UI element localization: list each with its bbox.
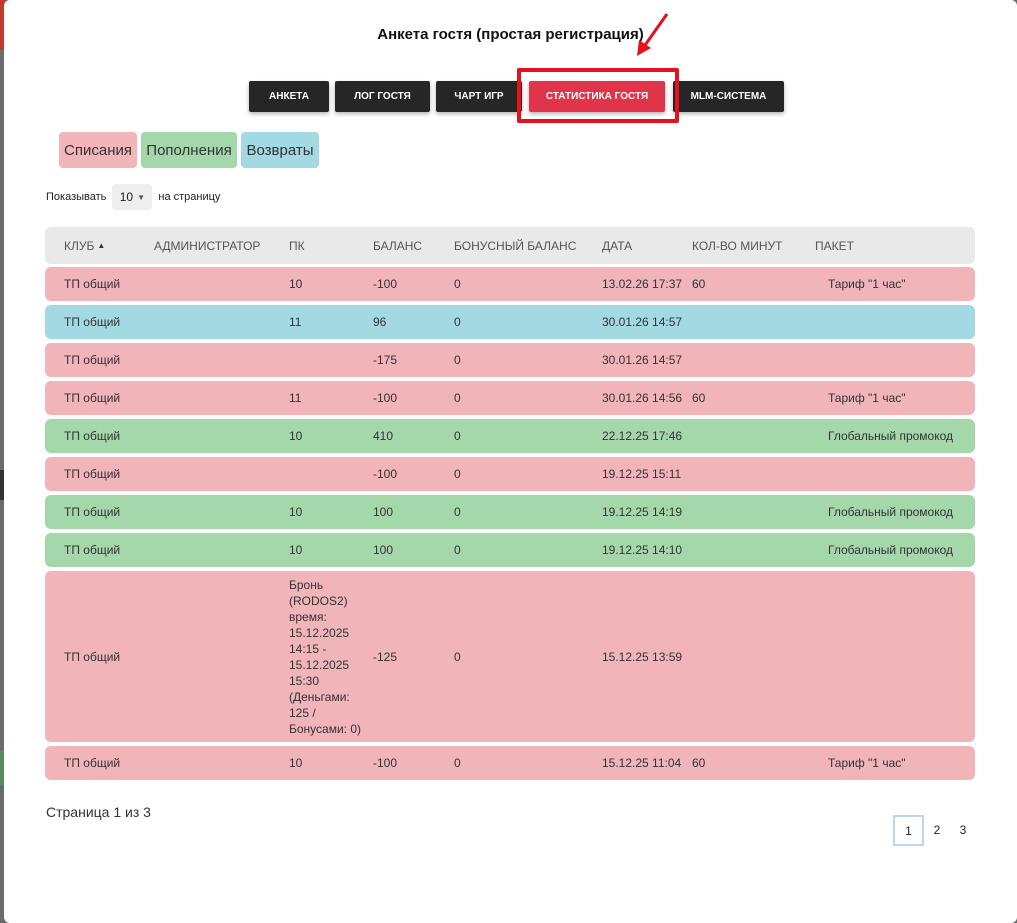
- table-row: ТП общий -100 0 19.12.25 15:11: [45, 457, 975, 491]
- caret-down-icon: ▼: [137, 192, 146, 202]
- page-size-label: Показывать: [46, 191, 107, 203]
- cell-date: 19.12.25 14:10: [602, 543, 683, 557]
- column-header-pc[interactable]: ПК: [289, 227, 305, 264]
- tab-profile[interactable]: Анкета: [249, 81, 329, 112]
- cell-balance: -175: [373, 353, 398, 367]
- cell-club: ТП общий: [64, 467, 121, 481]
- cell-pc: 11: [289, 391, 302, 405]
- cell-date: 19.12.25 14:19: [602, 505, 683, 519]
- page-size-suffix: на страницу: [158, 191, 221, 203]
- cell-pc: 10: [289, 429, 303, 443]
- page-button-1[interactable]: 1: [893, 815, 924, 846]
- page-size-control: Показывать 10 ▼ на страницу: [46, 184, 220, 210]
- table-row: ТП общий 10 -100 0 15.12.25 11:04 60 Тариф "1 …: [45, 746, 975, 780]
- page-button-3[interactable]: 3: [950, 815, 976, 845]
- column-header-bonus-balance[interactable]: Бонусный баланс: [454, 227, 576, 264]
- column-header-package[interactable]: Пакет: [815, 227, 854, 264]
- cell-balance: -100: [373, 391, 398, 405]
- column-header-minutes[interactable]: Кол-во минут: [692, 227, 782, 264]
- table-row: ТП общий 10 100 0 19.12.25 14:10 Глобальный п…: [45, 533, 975, 567]
- column-header-admin[interactable]: Администратор: [154, 227, 260, 264]
- column-header-date[interactable]: Дата: [602, 227, 632, 264]
- filter-returns-button[interactable]: Возвраты: [241, 132, 319, 168]
- cell-bonus-balance: 0: [454, 756, 461, 770]
- filter-topups-button[interactable]: Пополнения: [141, 132, 237, 168]
- annotation-arrow-icon: [637, 13, 669, 56]
- cell-date: 13.02.26 17:37: [602, 277, 683, 291]
- cell-balance: 96: [373, 315, 387, 329]
- sort-asc-icon: ▲: [97, 241, 106, 250]
- cell-balance: -100: [373, 277, 398, 291]
- cell-club: ТП общий: [64, 543, 121, 557]
- cell-package: Тариф "1 час": [828, 756, 906, 770]
- cell-pc: Бронь (RODOS2) время: 15.12.2025 14:15 -…: [289, 577, 362, 736]
- cell-club: ТП общий: [64, 315, 121, 329]
- modal-title: Анкета гостя (простая регистрация): [377, 26, 644, 43]
- table-row: ТП общий -175 0 30.01.26 14:57: [45, 343, 975, 377]
- cell-date: 15.12.25 11:04: [602, 756, 682, 770]
- cell-balance: -100: [373, 756, 398, 770]
- cell-bonus-balance: 0: [454, 353, 461, 367]
- tab-guest-log[interactable]: Лог гостя: [335, 81, 430, 112]
- cell-bonus-balance: 0: [454, 543, 461, 557]
- tab-mlm-system[interactable]: MLM-Система: [673, 81, 784, 112]
- page-button-2[interactable]: 2: [924, 815, 950, 845]
- guest-profile-modal: Анкета гостя (простая регистрация) Анкет…: [4, 0, 1017, 923]
- table-row: ТП общий 10 -100 0 13.02.26 17:37 60 Тариф "1 …: [45, 267, 975, 301]
- cell-pc: 10: [289, 505, 303, 519]
- cell-balance: 100: [373, 505, 394, 519]
- table-row: ТП общий 11 -100 0 30.01.26 14:56 60 Тариф "1 …: [45, 381, 975, 415]
- cell-pc: 10: [289, 543, 303, 557]
- cell-bonus-balance: 0: [454, 315, 461, 329]
- cell-club: ТП общий: [64, 391, 121, 405]
- table-row: ТП общий 10 100 0 19.12.25 14:19 Глобальный п…: [45, 495, 975, 529]
- cell-club: ТП общий: [64, 649, 121, 664]
- cell-pc: 10: [289, 277, 303, 291]
- page-size-select[interactable]: 10 ▼: [112, 184, 153, 210]
- table-header: Клуб ▲ Администратор ПК Баланс Бонусный б…: [45, 227, 975, 264]
- cell-date: 22.12.25 17:46: [602, 429, 683, 443]
- cell-club: ТП общий: [64, 353, 121, 367]
- cell-club: ТП общий: [64, 277, 121, 291]
- cell-date: 19.12.25 15:11: [602, 467, 682, 481]
- cell-minutes: 60: [692, 391, 706, 405]
- column-header-club[interactable]: Клуб ▲: [64, 227, 105, 264]
- cell-balance: 100: [373, 543, 394, 557]
- cell-balance: -100: [373, 467, 398, 481]
- cell-date: 30.01.26 14:56: [602, 391, 683, 405]
- cell-package: Глобальный промокод: [828, 543, 954, 557]
- cell-date: 30.01.26 14:57: [602, 315, 683, 329]
- cell-balance: -125: [373, 649, 398, 664]
- annotation-highlight-box: [517, 68, 679, 123]
- cell-bonus-balance: 0: [454, 391, 461, 405]
- table-row: ТП общий 11 96 0 30.01.26 14:57: [45, 305, 975, 339]
- cell-club: ТП общий: [64, 756, 121, 770]
- cell-date: 15.12.25 13:59: [602, 649, 683, 664]
- cell-bonus-balance: 0: [454, 467, 461, 481]
- tab-games-chart[interactable]: Чарт игр: [436, 81, 522, 112]
- pagination: 1 2 3: [893, 815, 976, 846]
- cell-bonus-balance: 0: [454, 277, 461, 291]
- cell-bonus-balance: 0: [454, 649, 461, 664]
- cell-balance: 410: [373, 429, 394, 443]
- table-row: ТП общий 10 410 0 22.12.25 17:46 Глобальный п…: [45, 419, 975, 453]
- cell-bonus-balance: 0: [454, 429, 461, 443]
- column-header-balance[interactable]: Баланс: [373, 227, 422, 264]
- cell-bonus-balance: 0: [454, 505, 461, 519]
- cell-date: 30.01.26 14:57: [602, 353, 683, 367]
- cell-pc: 11: [289, 315, 302, 329]
- cell-package: Тариф "1 час": [828, 277, 906, 291]
- filter-writeoffs-button[interactable]: Списания: [59, 132, 137, 168]
- cell-minutes: 60: [692, 756, 706, 770]
- cell-package: Глобальный промокод: [828, 429, 954, 443]
- pagination-info: Страница 1 из 3: [46, 804, 151, 820]
- cell-package: Тариф "1 час": [828, 391, 906, 405]
- cell-package: Глобальный промокод: [828, 505, 954, 519]
- cell-club: ТП общий: [64, 429, 121, 443]
- page-size-value: 10: [119, 190, 134, 204]
- cell-pc: 10: [289, 756, 303, 770]
- cell-minutes: 60: [692, 277, 706, 291]
- table-row: ТП общий Бронь (RODOS2) время: 15.12.2025…: [45, 571, 975, 742]
- cell-club: ТП общий: [64, 505, 121, 519]
